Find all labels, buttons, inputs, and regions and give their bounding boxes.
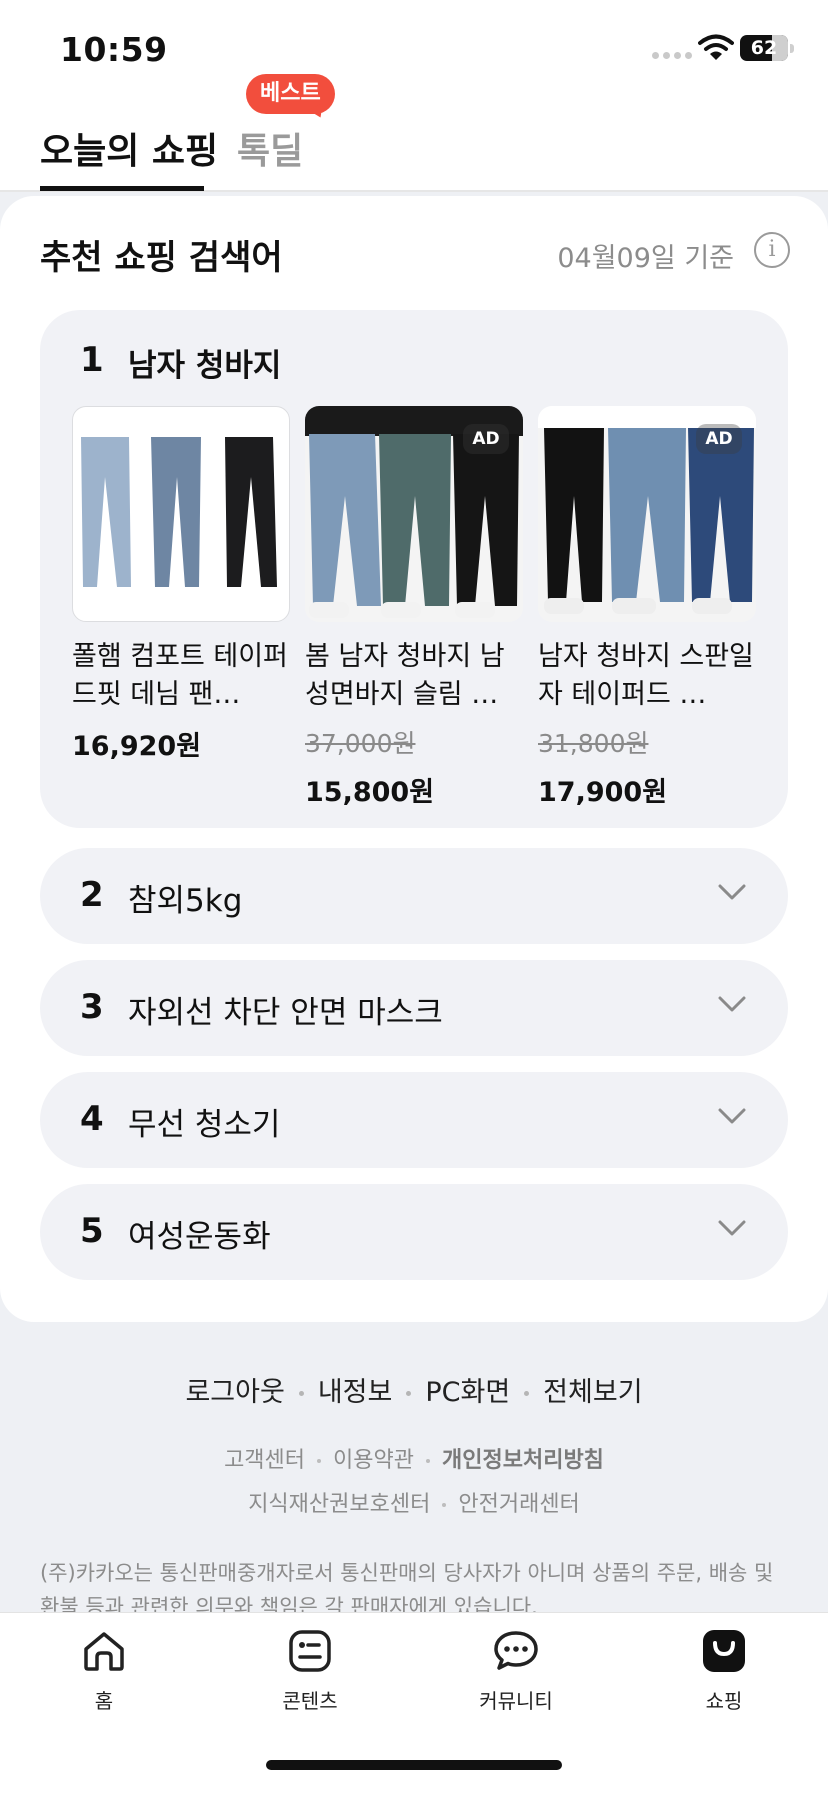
chevron-down-icon (718, 1220, 746, 1236)
product-original-price: 37,000원 (305, 729, 416, 758)
nav-shopping-label: 쇼핑 (705, 1689, 743, 1713)
footer-policy-links: 고객센터 이용약관 개인정보처리방침 (0, 1442, 828, 1474)
nav-shopping[interactable]: 쇼핑 (654, 1627, 794, 1714)
my-info-link[interactable]: 내정보 (318, 1377, 393, 1408)
product-image: AD (538, 406, 756, 622)
product-price: 17,900원 (538, 777, 668, 808)
battery-tip (790, 44, 794, 53)
section-title: 추천 쇼핑 검색어 (40, 238, 283, 278)
keyword-item-1-expanded[interactable]: 1 남자 청바지 폴햄 컴포트 테이퍼드핏 데님 팬… 16,920원 AD 봄… (40, 310, 788, 828)
active-tab-underline (40, 186, 204, 191)
shopping-bag-icon (703, 1630, 745, 1672)
cellular-signal-icon (652, 52, 692, 59)
status-time: 10:59 (60, 30, 168, 69)
keyword-item-4[interactable]: 4 무선 청소기 (40, 1072, 788, 1168)
tab-today-shopping[interactable]: 오늘의 쇼핑 (40, 122, 219, 191)
pc-view-link[interactable]: PC화면 (425, 1377, 510, 1408)
content-icon (289, 1630, 331, 1672)
keyword-rank: 5 (80, 1211, 104, 1251)
home-indicator (266, 1760, 562, 1770)
tab-deal-label: 톡딜 (237, 131, 304, 172)
battery-percent: 62 (750, 37, 778, 59)
footer-center-links: 지식재산권보호센터 안전거래센터 (0, 1486, 828, 1518)
product-card[interactable]: AD 봄 남자 청바지 남성면바지 슬림 … 37,000원 15,800원 (305, 406, 523, 809)
nav-content-label: 콘텐츠 (282, 1689, 338, 1713)
chevron-down-icon (718, 996, 746, 1012)
product-name: 폴햄 컴포트 테이퍼드핏 데님 팬… (72, 641, 288, 710)
product-name: 남자 청바지 스판일자 테이퍼드 … (538, 641, 754, 710)
home-icon (84, 1632, 124, 1671)
status-bar: 10:59 62 (0, 0, 828, 100)
keyword-item-5[interactable]: 5 여성운동화 (40, 1184, 788, 1280)
tab-deal[interactable]: 톡딜 (237, 122, 303, 174)
ad-badge: AD (463, 424, 509, 454)
keyword-item-2[interactable]: 2 참외5kg (40, 848, 788, 944)
ip-protection-link[interactable]: 지식재산권보호센터 (248, 1492, 430, 1517)
keyword-label: 참외5kg (128, 883, 243, 919)
nav-content[interactable]: 콘텐츠 (240, 1627, 380, 1714)
chevron-down-icon (718, 884, 746, 900)
product-price: 15,800원 (305, 777, 435, 808)
info-icon[interactable]: i (754, 232, 790, 268)
nav-community-label: 커뮤니티 (479, 1689, 553, 1713)
keyword-item-3[interactable]: 3 자외선 차단 안면 마스크 (40, 960, 788, 1056)
terms-link[interactable]: 이용약관 (333, 1448, 414, 1473)
nav-community[interactable]: 커뮤니티 (446, 1627, 586, 1714)
privacy-policy-link[interactable]: 개인정보처리방침 (442, 1448, 604, 1473)
keyword-rank: 3 (80, 987, 104, 1027)
tab-today-shopping-label: 오늘의 쇼핑 (40, 131, 219, 172)
top-tabs: 오늘의 쇼핑 톡딜 (0, 100, 828, 192)
product-name: 봄 남자 청바지 남성면바지 슬림 … (305, 641, 505, 710)
footer-links: 로그아웃 내정보 PC화면 전체보기 (0, 1370, 828, 1409)
keyword-label: 자외선 차단 안면 마스크 (128, 995, 443, 1031)
product-image: AD (305, 406, 523, 622)
product-card[interactable]: AD 남자 청바지 스판일자 테이퍼드 … 31,800원 17,900원 (538, 406, 756, 809)
product-carousel[interactable]: 폴햄 컴포트 테이퍼드핏 데님 팬… 16,920원 AD 봄 남자 청바지 남… (72, 406, 788, 816)
keyword-label: 여성운동화 (128, 1219, 271, 1255)
customer-center-link[interactable]: 고객센터 (224, 1448, 305, 1473)
community-icon (494, 1631, 538, 1670)
ad-badge: AD (696, 424, 742, 454)
product-image (72, 406, 290, 622)
chevron-down-icon (718, 1108, 746, 1124)
keyword-label: 무선 청소기 (128, 1107, 281, 1143)
keyword-rank: 1 (80, 340, 104, 380)
recommended-search-card: 추천 쇼핑 검색어 04월09일 기준 i 1 남자 청바지 폴햄 컴포트 테이… (0, 196, 828, 1322)
product-original-price: 31,800원 (538, 729, 649, 758)
battery-icon: 62 (740, 35, 788, 61)
product-price: 16,920원 (72, 731, 202, 762)
nav-home[interactable]: 홈 (34, 1627, 174, 1714)
logout-link[interactable]: 로그아웃 (185, 1377, 284, 1408)
date-label: 04월09일 기준 (557, 243, 734, 274)
safe-trade-link[interactable]: 안전거래센터 (458, 1492, 579, 1517)
keyword-rank: 4 (80, 1099, 104, 1139)
product-card[interactable]: 폴햄 컴포트 테이퍼드핏 데님 팬… 16,920원 (72, 406, 290, 763)
nav-home-label: 홈 (94, 1689, 114, 1713)
keyword-rank: 2 (80, 875, 104, 915)
keyword-label: 남자 청바지 (128, 348, 282, 384)
view-all-link[interactable]: 전체보기 (543, 1377, 642, 1408)
wifi-icon (698, 34, 734, 60)
